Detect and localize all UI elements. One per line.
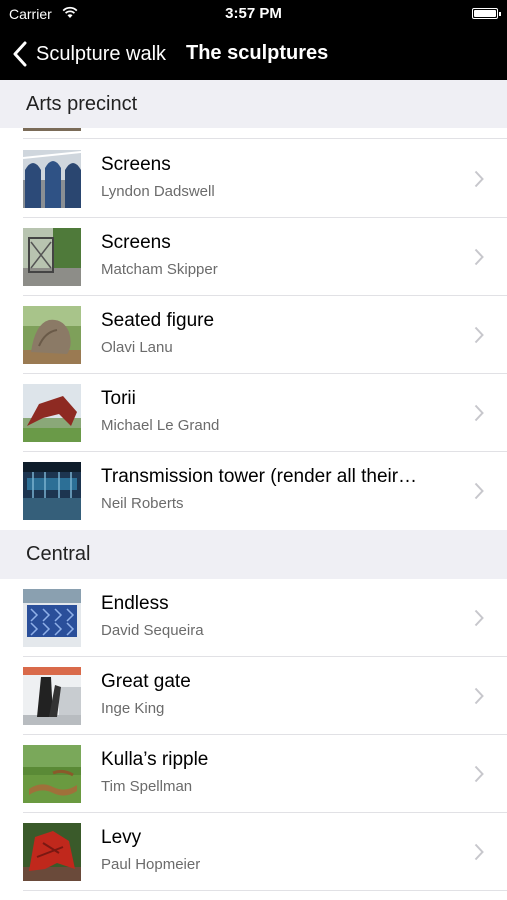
item-subtitle: Matcham Skipper: [101, 261, 218, 278]
item-title: Endless: [101, 593, 169, 614]
great-gate-photo: [23, 667, 81, 725]
battery-icon: [472, 8, 501, 19]
list-item-torii[interactable]: Torii Michael Le Grand: [0, 374, 507, 452]
navigation-bar: Sculpture walk The sculptures: [0, 28, 507, 80]
clock: 3:57 PM: [225, 5, 282, 22]
seated-figure-photo: [23, 306, 81, 364]
torii-photo: [23, 384, 81, 442]
list-item-screens-skipper[interactable]: Screens Matcham Skipper: [0, 218, 507, 296]
divider: [23, 138, 507, 139]
item-subtitle: Olavi Lanu: [101, 339, 173, 356]
screens-photo: [23, 150, 81, 208]
item-title: Kulla’s ripple: [101, 749, 209, 770]
list-item-seated-figure[interactable]: Seated figure Olavi Lanu: [0, 296, 507, 374]
kullas-ripple-photo: [23, 745, 81, 803]
screens-photo: [23, 228, 81, 286]
chevron-right-icon: [474, 248, 484, 266]
chevron-right-icon: [474, 404, 484, 422]
item-subtitle: Michael Le Grand: [101, 417, 220, 434]
transmission-tower-photo: [23, 462, 81, 520]
item-title: Screens: [101, 232, 171, 253]
chevron-left-icon: [13, 41, 27, 67]
levy-photo: [23, 823, 81, 881]
item-title: Seated figure: [101, 310, 215, 331]
item-subtitle: Tim Spellman: [101, 778, 193, 795]
row-separator: [23, 890, 507, 891]
endless-photo: [23, 589, 81, 647]
partial-thumbnail: [23, 128, 81, 131]
chevron-right-icon: [474, 326, 484, 344]
item-subtitle: David Sequeira: [101, 622, 204, 639]
list-item-levy[interactable]: Levy Paul Hopmeier: [0, 813, 507, 891]
back-button-label: Sculpture walk: [36, 42, 167, 65]
list-item-great-gate[interactable]: Great gate Inge King: [0, 657, 507, 735]
item-subtitle: Lyndon Dadswell: [101, 183, 215, 200]
list-item-kullas-ripple[interactable]: Kulla’s ripple Tim Spellman: [0, 735, 507, 813]
section-header-arts-precinct: Arts precinct: [0, 80, 507, 128]
item-title: Great gate: [101, 671, 191, 692]
status-bar: Carrier 3:57 PM: [0, 0, 507, 28]
page-title: The sculptures: [186, 42, 329, 64]
list-item-endless[interactable]: Endless David Sequeira: [0, 579, 507, 657]
chevron-right-icon: [474, 843, 484, 861]
chevron-right-icon: [474, 482, 484, 500]
list-item-transmission-tower[interactable]: Transmission tower (render all their… Ne…: [0, 452, 507, 530]
item-title: Levy: [101, 827, 142, 848]
item-title: Torii: [101, 388, 136, 409]
back-button[interactable]: Sculpture walk: [12, 38, 166, 70]
chevron-right-icon: [474, 609, 484, 627]
item-subtitle: Neil Roberts: [101, 495, 184, 512]
item-subtitle: Paul Hopmeier: [101, 856, 201, 873]
item-title: Transmission tower (render all their…: [101, 466, 418, 487]
chevron-right-icon: [474, 170, 484, 188]
chevron-right-icon: [474, 687, 484, 705]
item-subtitle: Inge King: [101, 700, 165, 717]
item-title: Screens: [101, 154, 171, 175]
chevron-right-icon: [474, 765, 484, 783]
section-header-central: Central: [0, 530, 507, 579]
list-item-screens-dadswell[interactable]: Screens Lyndon Dadswell: [0, 140, 507, 218]
